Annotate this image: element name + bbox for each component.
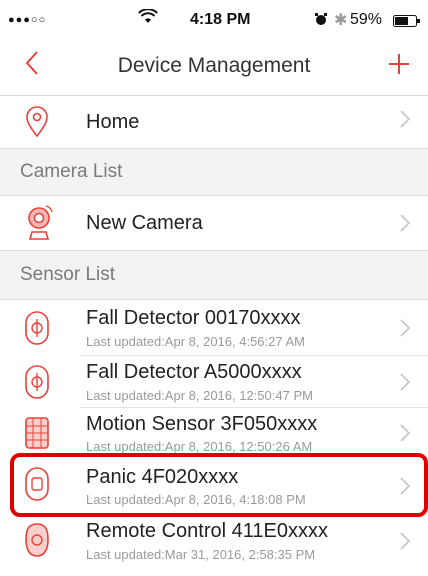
camera-list-header: Camera List xyxy=(0,148,428,196)
last-updated: Last updated:Mar 31, 2016, 2:58:35 PM xyxy=(86,547,316,562)
last-updated: Last updated:Apr 8, 2016, 12:50:47 PM xyxy=(86,388,313,403)
sensor-name: Panic 4F020xxxx xyxy=(86,466,239,488)
battery-icon xyxy=(393,14,421,32)
chevron-right-icon xyxy=(400,373,411,396)
alarm-icon xyxy=(314,12,328,31)
motion-sensor-icon xyxy=(24,416,50,455)
last-updated: Last updated:Apr 8, 2016, 12:50:26 AM xyxy=(86,439,313,454)
panic-button-icon xyxy=(24,466,50,507)
chevron-right-icon xyxy=(400,424,411,447)
chevron-right-icon xyxy=(400,319,411,342)
camera-row[interactable]: New Camera xyxy=(0,196,428,250)
sensor-row[interactable]: Panic 4F020xxxx Last updated:Apr 8, 2016… xyxy=(0,456,428,514)
fall-detector-icon xyxy=(24,364,50,405)
wifi-icon xyxy=(138,8,158,30)
last-updated: Last updated:Apr 8, 2016, 4:56:27 AM xyxy=(86,334,305,349)
last-updated: Last updated:Apr 8, 2016, 4:18:08 PM xyxy=(86,492,306,507)
webcam-icon xyxy=(24,204,54,247)
clock-time: 4:18 PM xyxy=(190,11,251,28)
sensor-name: Motion Sensor 3F050xxxx xyxy=(86,413,318,435)
fall-detector-icon xyxy=(24,310,50,351)
sensor-row[interactable]: Fall Detector A5000xxxx Last updated:Apr… xyxy=(0,356,428,408)
chevron-right-icon xyxy=(400,477,411,500)
chevron-right-icon xyxy=(400,110,411,133)
home-row[interactable]: Home xyxy=(0,96,428,148)
chevron-right-icon xyxy=(400,532,411,555)
sensor-name: Fall Detector A5000xxxx xyxy=(86,361,302,383)
add-device-button[interactable] xyxy=(388,48,410,80)
home-label: Home xyxy=(86,111,140,133)
sensor-name: Fall Detector 00170xxxx xyxy=(86,307,301,329)
sensor-list-header: Sensor List xyxy=(0,250,428,300)
sensor-row[interactable]: Motion Sensor 3F050xxxx Last updated:Apr… xyxy=(0,408,428,456)
location-pin-icon xyxy=(24,106,50,143)
chevron-right-icon xyxy=(400,214,411,237)
page-title: Device Management xyxy=(117,54,311,77)
plus-icon xyxy=(389,54,409,74)
battery-percentage: 59% xyxy=(350,11,383,28)
remote-control-icon xyxy=(24,522,50,563)
sensor-row[interactable]: Remote Control 411E0xxxx Last updated:Ma… xyxy=(0,516,428,576)
sensor-name: Remote Control 411E0xxxx xyxy=(86,520,328,542)
status-bar: ●●●○○ 4:18 PM ✱ 59% xyxy=(0,0,428,40)
sensor-row[interactable]: Fall Detector 00170xxxx Last updated:Apr… xyxy=(0,300,428,356)
camera-name: New Camera xyxy=(86,212,203,234)
signal-strength-icon: ●●●○○ xyxy=(8,14,47,26)
navigation-bar: Device Management xyxy=(0,40,428,96)
bluetooth-icon: ✱ xyxy=(334,12,348,29)
